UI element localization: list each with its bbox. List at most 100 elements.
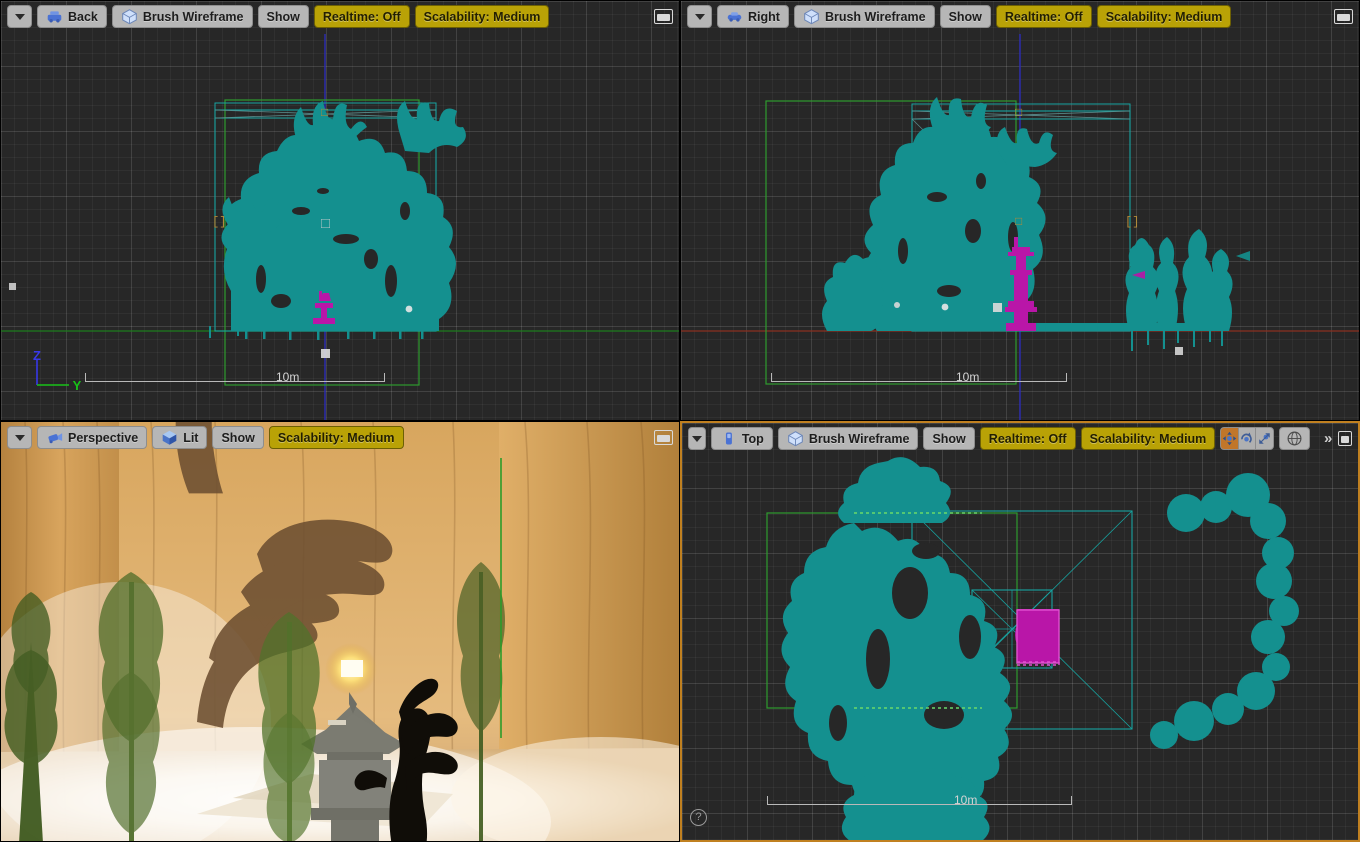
camera-type-label: Top [741, 431, 764, 446]
view-mode-label: Brush Wireframe [808, 431, 910, 446]
scalability-button[interactable]: Scalability: Medium [268, 426, 404, 449]
editor-viewport-grid: [] □ Z Y 10m Back Brush Wireframe Show R… [0, 0, 1360, 842]
show-menu-button[interactable]: Show [257, 5, 309, 28]
perspective-viewport[interactable]: Z Y X Perspective Lit [0, 421, 680, 842]
actor-marker-icon [1175, 347, 1183, 355]
camera-type-label: Perspective [68, 430, 139, 445]
view-mode-button[interactable]: Brush Wireframe [111, 5, 253, 28]
transform-gizmo-group [1220, 427, 1274, 450]
realtime-label: Realtime: Off [322, 9, 401, 24]
view-mode-label: Brush Wireframe [142, 9, 244, 24]
selected-actor-marker-icon [1236, 251, 1250, 261]
translate-gizmo-icon[interactable] [1221, 428, 1239, 449]
coordinate-space-button[interactable] [1278, 427, 1310, 450]
axis-gizmo: Z Y [33, 351, 82, 391]
double-chevron-right-icon[interactable]: » [1320, 430, 1333, 447]
actor-marker-icon [321, 219, 330, 228]
scalability-button[interactable]: Scalability: Medium [1080, 427, 1216, 450]
light-marker-icon [405, 305, 413, 313]
realtime-label: Realtime: Off [988, 431, 1067, 446]
scale-bar-label: 10m [276, 370, 300, 384]
rotate-gizmo-icon[interactable] [1238, 428, 1256, 449]
chevron-down-icon [14, 434, 25, 441]
scale-gizmo-icon[interactable] [1255, 428, 1273, 449]
world-space-globe-icon [1287, 431, 1302, 446]
show-menu-button[interactable]: Show [212, 426, 264, 449]
light-marker-icon [894, 302, 900, 308]
scalability-button[interactable]: Scalability: Medium [1096, 5, 1232, 28]
scalability-label: Scalability: Medium [1105, 9, 1223, 24]
show-menu-label: Show [266, 9, 300, 24]
camera-type-label: Back [68, 9, 98, 24]
right-viewport-wireframe-scene [681, 34, 1359, 420]
camera-right-icon [727, 12, 742, 22]
cube-wireframe-icon [804, 9, 819, 25]
chevron-down-icon [14, 13, 25, 20]
help-icon[interactable]: ? [690, 809, 707, 826]
maximize-viewport-icon[interactable] [654, 430, 673, 445]
top-viewport[interactable]: □ □ [] X Y ? 10m Top [680, 421, 1360, 842]
selection-bracket: □ [1015, 106, 1023, 120]
view-mode-label: Brush Wireframe [824, 9, 926, 24]
view-mode-button[interactable]: Lit [152, 426, 208, 449]
top-viewport-wireframe-scene [766, 457, 1299, 840]
realtime-toggle-button[interactable]: Realtime: Off [979, 427, 1076, 450]
cube-lit-icon [162, 430, 177, 445]
maximize-viewport-icon[interactable] [1338, 431, 1352, 446]
scalability-label: Scalability: Medium [423, 9, 541, 24]
svg-text:Y: Y [73, 378, 82, 391]
maximize-viewport-icon[interactable] [1334, 9, 1353, 24]
scale-bar [767, 796, 1072, 805]
top-viewport-toolbar: Top Brush Wireframe Show Realtime: Off S… [682, 423, 1358, 454]
camera-type-button[interactable]: Right [717, 5, 789, 28]
back-viewport[interactable]: [] □ Z Y 10m Back Brush Wireframe Show R… [0, 0, 680, 421]
back-viewport-wireframe-scene [1, 34, 679, 420]
scale-bar-label: 10m [954, 793, 978, 807]
chevron-down-icon [694, 13, 705, 20]
viewport-options-dropdown[interactable] [7, 426, 32, 449]
view-mode-label: Lit [183, 430, 199, 445]
scale-bar-label: 10m [956, 370, 980, 384]
svg-text:Z: Z [33, 351, 41, 363]
scalability-button[interactable]: Scalability: Medium [414, 5, 550, 28]
scale-bar [771, 373, 1067, 382]
show-menu-button[interactable]: Show [939, 5, 991, 28]
camera-type-button[interactable]: Perspective [37, 426, 148, 449]
realtime-toggle-button[interactable]: Realtime: Off [995, 5, 1092, 28]
viewport-options-dropdown[interactable] [7, 5, 32, 28]
cube-wireframe-icon [122, 9, 137, 25]
camera-back-icon [47, 11, 62, 23]
view-mode-button[interactable]: Brush Wireframe [793, 5, 935, 28]
show-menu-label: Show [221, 430, 255, 445]
camera-type-button[interactable]: Back [37, 5, 107, 28]
scalability-label: Scalability: Medium [1089, 431, 1207, 446]
selection-bracket: □ [1015, 215, 1023, 229]
light-marker-icon [941, 303, 949, 311]
camera-type-label: Right [748, 9, 780, 24]
actor-marker-icon [321, 349, 330, 358]
viewport-options-dropdown[interactable] [687, 5, 712, 28]
camera-top-icon [725, 432, 732, 445]
cube-wireframe-icon [788, 431, 803, 447]
maximize-viewport-icon[interactable] [654, 9, 673, 24]
actor-marker-icon [9, 283, 16, 290]
scalability-label: Scalability: Medium [277, 430, 395, 445]
selection-bracket: [] [212, 215, 227, 229]
camera-type-button[interactable]: Top [710, 427, 773, 450]
selected-actor-marker-icon [1132, 271, 1145, 279]
scale-bar [85, 373, 385, 382]
viewport-options-dropdown[interactable] [688, 427, 706, 450]
view-mode-button[interactable]: Brush Wireframe [777, 427, 919, 450]
realtime-toggle-button[interactable]: Realtime: Off [313, 5, 410, 28]
show-menu-label: Show [948, 9, 982, 24]
selection-bracket: [] [1125, 215, 1140, 229]
actor-marker-icon [993, 303, 1002, 312]
right-viewport[interactable]: □ □ [] Z X 10m Right [680, 0, 1360, 421]
realtime-label: Realtime: Off [1004, 9, 1083, 24]
camera-perspective-icon [48, 433, 63, 444]
show-menu-label: Show [932, 431, 966, 446]
perspective-rendered-scene [1, 422, 679, 841]
selection-bracket: □ [321, 106, 329, 120]
show-menu-button[interactable]: Show [923, 427, 975, 450]
chevron-down-icon [691, 435, 702, 442]
